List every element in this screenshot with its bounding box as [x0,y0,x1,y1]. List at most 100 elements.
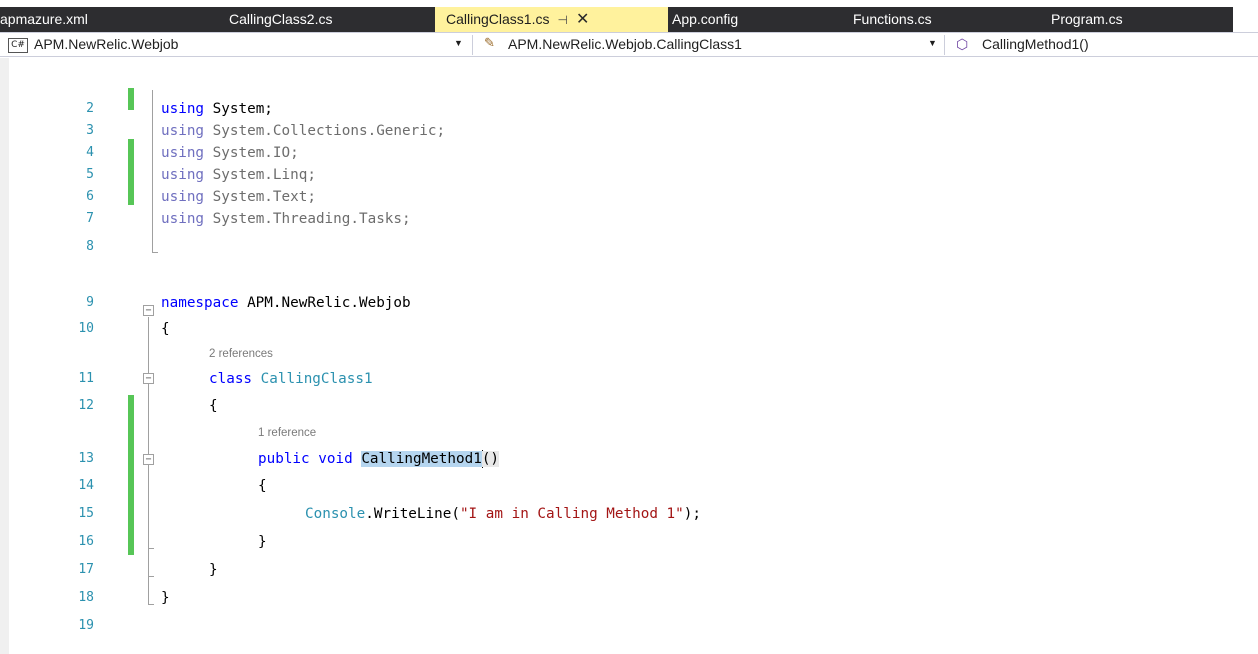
change-marker [128,88,134,110]
using-namespace: System.Text; [212,189,316,205]
keyword-public: public [258,451,310,467]
collapse-method-icon[interactable]: − [143,454,154,465]
tab-functions-cs[interactable]: Functions.cs [853,7,932,32]
line-number[interactable]: 5 [40,164,94,186]
line-number[interactable]: 14 [40,475,94,497]
code-line-9[interactable]: namespace APM.NewRelic.Webjob [161,292,411,314]
using-namespace: System.Linq; [212,167,316,183]
close-brace: } [209,562,218,578]
keyword-void: void [318,451,353,467]
line-number[interactable]: 13 [40,448,94,470]
code-line-5[interactable]: using System.Linq; [161,164,316,186]
line-number[interactable]: 16 [40,531,94,553]
line-number[interactable]: 15 [40,503,94,525]
line-number[interactable]: 9 [40,292,94,314]
project-dropdown-value: APM.NewRelic.Webjob [34,36,179,52]
tab-strip-end [1233,7,1258,32]
line-number[interactable]: 2 [40,98,94,120]
code-line-16[interactable]: } [258,531,267,553]
chevron-down-icon[interactable]: ▼ [454,38,463,48]
class-references-codelens[interactable]: 2 references [209,347,273,361]
code-line-13[interactable]: public void CallingMethod1() [258,448,500,470]
namespace-block-guide-end [148,604,154,605]
open-brace: { [209,398,218,414]
line-number[interactable]: 11 [40,368,94,390]
line-number[interactable]: 3 [40,120,94,142]
selected-method-name[interactable]: CallingMethod1 [361,451,482,467]
line-number[interactable]: 12 [40,395,94,417]
code-line-17[interactable]: } [209,559,218,581]
collapse-class-icon[interactable]: − [143,373,154,384]
tab-label: apmazure.xml [0,11,88,27]
keyword-using: using [161,123,205,139]
code-line-15[interactable]: Console.WriteLine("I am in Calling Metho… [305,503,701,525]
tab-label: Functions.cs [853,11,932,27]
line-number[interactable]: 8 [40,236,94,258]
line-number[interactable]: 17 [40,559,94,581]
line-number[interactable]: 4 [40,142,94,164]
writeline-call: .WriteLine( [365,506,460,522]
close-icon[interactable]: ✕ [576,7,589,32]
keyword-class: class [209,371,253,387]
collapse-namespace-icon[interactable]: − [143,305,154,316]
line-number[interactable]: 6 [40,186,94,208]
class-icon: ✎ [484,35,495,50]
tab-callingclass2-cs[interactable]: CallingClass2.cs [229,7,332,32]
close-brace: } [161,590,170,606]
code-line-18[interactable]: } [161,587,170,609]
console-type: Console [305,506,366,522]
open-brace: { [161,321,170,337]
code-line-12[interactable]: { [209,395,218,417]
document-tab-strip: apmazure.xml CallingClass2.cs CallingCla… [0,0,1258,32]
navigation-bar: C# APM.NewRelic.Webjob ▼ ✎ APM.NewRelic.… [0,32,1258,57]
method-references-codelens[interactable]: 1 reference [258,426,316,440]
class-dropdown[interactable]: ✎ APM.NewRelic.Webjob.CallingClass1 ▼ [474,35,944,55]
nav-divider [944,35,945,55]
nav-divider [472,35,473,55]
code-line-3[interactable]: using System.Collections.Generic; [161,120,445,142]
tab-label: CallingClass1.cs [446,11,550,27]
call-end: ); [683,506,701,522]
close-brace: } [258,534,267,550]
using-namespace: System.Collections.Generic; [212,123,446,139]
line-number[interactable]: 10 [40,318,94,340]
code-line-11[interactable]: class CallingClass1 [209,368,373,390]
using-namespace: System.Threading.Tasks; [212,211,411,227]
using-block-guide [152,90,153,253]
line-number[interactable]: 18 [40,587,94,609]
using-namespace: System; [212,101,273,117]
string-literal: "I am in Calling Method 1" [459,506,684,522]
class-name: CallingClass1 [260,371,373,387]
tab-label: App.config [672,11,739,27]
tab-app-config[interactable]: App.config [672,7,738,32]
code-line-10[interactable]: { [161,318,170,340]
tab-callingclass1-cs[interactable]: CallingClass1.cs ⊣ ✕ [435,7,668,32]
using-namespace: System.IO; [212,145,299,161]
tab-program-cs[interactable]: Program.cs [1051,7,1123,32]
tab-apmazure-xml[interactable]: apmazure.xml [0,7,88,32]
keyword-namespace: namespace [161,295,239,311]
method-parens: () [481,451,500,467]
code-line-2[interactable]: using System; [161,98,273,120]
method-block-guide-end [148,548,154,549]
member-dropdown[interactable]: ⬡ CallingMethod1() [946,35,1246,55]
code-line-7[interactable]: using System.Threading.Tasks; [161,208,411,230]
chevron-down-icon[interactable]: ▼ [928,38,937,48]
change-marker [128,139,134,205]
code-line-14[interactable]: { [258,475,267,497]
using-block-guide-end [152,252,158,253]
line-number[interactable]: 19 [40,615,94,637]
keyword-using: using [161,101,205,117]
tab-label: Program.cs [1051,11,1123,27]
line-number[interactable]: 7 [40,208,94,230]
project-dropdown[interactable]: C# APM.NewRelic.Webjob ▼ [0,35,470,55]
pin-icon[interactable]: ⊣ [557,8,567,33]
namespace-name: APM.NewRelic.Webjob [247,295,411,311]
method-block-guide [148,466,149,549]
code-line-4[interactable]: using System.IO; [161,142,299,164]
method-icon: ⬡ [956,36,969,52]
keyword-using: using [161,211,205,227]
member-dropdown-value: CallingMethod1() [982,36,1089,52]
code-line-6[interactable]: using System.Text; [161,186,316,208]
class-block-guide-end [148,576,154,577]
